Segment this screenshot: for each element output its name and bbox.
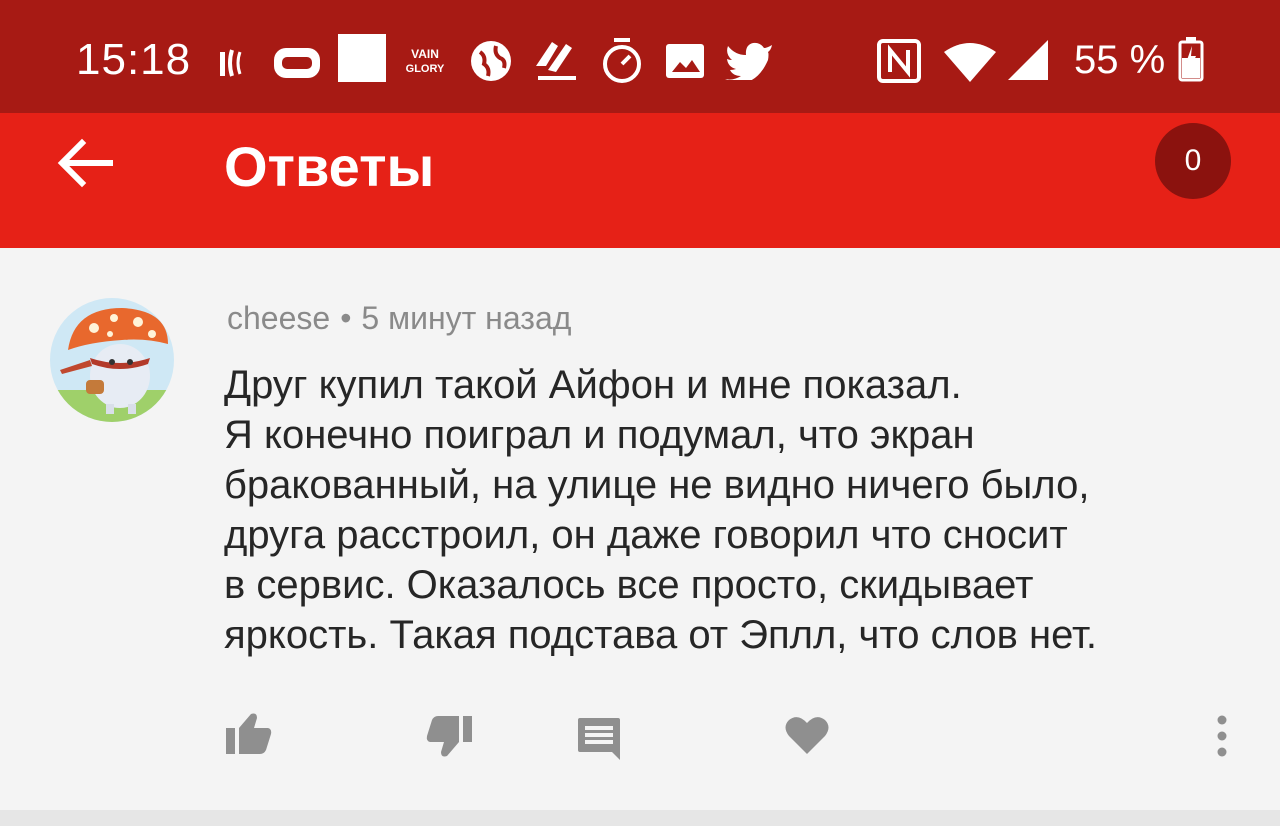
wifi-icon xyxy=(942,42,998,84)
vainglory-icon: VAIN GLORY xyxy=(400,44,450,80)
image-icon xyxy=(664,42,706,80)
twitter-icon xyxy=(724,40,774,80)
nfc-icon xyxy=(876,38,922,84)
back-button[interactable] xyxy=(50,133,120,193)
status-bar: 15:18 VAIN GLORY 55 % xyxy=(0,0,1280,113)
dislike-icon xyxy=(424,712,474,762)
signal-strength-icon xyxy=(218,46,248,80)
cell-signal-icon xyxy=(1006,38,1050,82)
notification-counter-badge[interactable]: 0 xyxy=(1155,123,1231,199)
comment-line: бракованный, на улице не видно ничего бы… xyxy=(224,463,1090,507)
arrow-left-icon xyxy=(50,138,120,197)
notification-square-icon xyxy=(338,34,386,82)
reply-button[interactable] xyxy=(576,716,622,772)
page-title: Ответы xyxy=(224,135,435,198)
battery-percentage: 55 % xyxy=(1074,38,1166,82)
more-options-button[interactable] xyxy=(1212,714,1232,770)
reply-icon xyxy=(576,716,622,762)
more-icon xyxy=(1212,714,1232,758)
meta-separator: • xyxy=(340,300,352,336)
game-controller-icon xyxy=(272,46,322,80)
battery-icon xyxy=(1178,36,1204,82)
favorite-button[interactable] xyxy=(784,714,830,770)
comment-line: яркость. Такая подстава от Эплл, что сло… xyxy=(224,613,1098,657)
comment-body: Друг купил такой Айфон и мне показал. Я … xyxy=(224,360,1234,660)
game-icon xyxy=(532,36,580,84)
comment-card: cheese • 5 минут назад Друг купил такой Ай… xyxy=(0,248,1280,810)
app-bar: Ответы 0 xyxy=(0,113,1280,248)
comment-line: друга расстроил, он даже говорил что сно… xyxy=(224,513,1068,557)
like-button[interactable] xyxy=(224,708,274,764)
comment-line: Я конечно поиграл и подумал, что экран xyxy=(224,413,975,457)
list-divider xyxy=(0,810,1280,826)
comment-timestamp: 5 минут назад xyxy=(361,300,572,336)
comment-author[interactable]: cheese xyxy=(227,300,330,336)
comment-line: в сервис. Оказалось все просто, скидывае… xyxy=(224,563,1034,607)
stopwatch-icon xyxy=(600,36,644,84)
avatar[interactable] xyxy=(50,298,174,422)
comment-meta: cheese • 5 минут назад xyxy=(227,298,571,338)
comment-line: Друг купил такой Айфон и мне показал. xyxy=(224,363,962,407)
dislike-button[interactable] xyxy=(424,712,474,768)
like-icon xyxy=(224,708,274,758)
heart-icon xyxy=(784,714,830,756)
vainglory-label-1: VAIN xyxy=(411,47,439,61)
globe-icon xyxy=(468,38,514,84)
vainglory-label-2: GLORY xyxy=(406,63,445,75)
